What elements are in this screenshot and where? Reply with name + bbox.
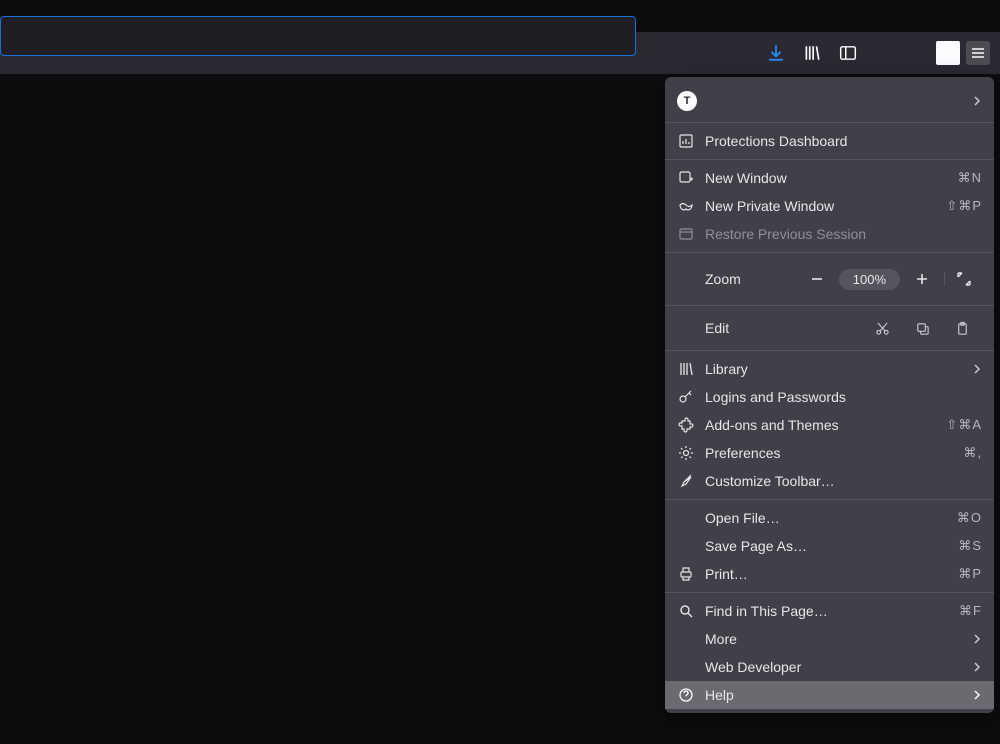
chevron-right-icon: [972, 93, 982, 109]
web-developer-label: Web Developer: [705, 659, 964, 675]
app-menu-button[interactable]: [966, 41, 990, 65]
find-item[interactable]: Find in This Page… ⌘F: [665, 597, 994, 625]
zoom-label: Zoom: [705, 271, 801, 287]
save-page-label: Save Page As…: [705, 538, 950, 554]
preferences-shortcut: ⌘,: [963, 445, 982, 461]
sidebar-toggle-icon[interactable]: [834, 39, 862, 67]
menu-separator: [665, 499, 994, 500]
chevron-right-icon: [972, 659, 982, 675]
addons-label: Add-ons and Themes: [705, 417, 938, 433]
app-menu: T Protections Dashboard New Window ⌘N Ne…: [665, 77, 994, 713]
cut-button[interactable]: [862, 314, 902, 342]
restore-icon: [677, 226, 695, 242]
url-input[interactable]: [0, 16, 636, 56]
library-menu-icon: [677, 361, 695, 377]
edit-row: Edit: [665, 310, 994, 346]
urlbar-container: [0, 32, 638, 74]
key-icon: [677, 389, 695, 405]
copy-button[interactable]: [902, 314, 942, 342]
print-icon: [677, 566, 695, 582]
new-window-item[interactable]: New Window ⌘N: [665, 164, 994, 192]
open-file-shortcut: ⌘O: [957, 510, 982, 526]
save-page-item[interactable]: Save Page As… ⌘S: [665, 532, 994, 560]
chevron-right-icon: [972, 631, 982, 647]
account-row[interactable]: T: [665, 83, 994, 118]
help-label: Help: [705, 687, 964, 703]
edit-label: Edit: [705, 320, 862, 336]
downloads-icon[interactable]: [762, 39, 790, 67]
menu-separator: [665, 122, 994, 123]
open-file-label: Open File…: [705, 510, 949, 526]
new-private-shortcut: ⇧⌘P: [946, 198, 982, 214]
logins-label: Logins and Passwords: [705, 389, 982, 405]
new-window-label: New Window: [705, 170, 950, 186]
chevron-right-icon: [972, 361, 982, 377]
logins-item[interactable]: Logins and Passwords: [665, 383, 994, 411]
addons-shortcut: ⇧⌘A: [946, 417, 982, 433]
avatar-icon: T: [677, 91, 697, 111]
preferences-item[interactable]: Preferences ⌘,: [665, 439, 994, 467]
paintbrush-icon: [677, 473, 695, 489]
zoom-row: Zoom 100%: [665, 257, 994, 301]
find-label: Find in This Page…: [705, 603, 951, 619]
library-icon[interactable]: [798, 39, 826, 67]
menu-separator: [665, 350, 994, 351]
gear-icon: [677, 445, 695, 461]
window-plus-icon: [677, 170, 695, 186]
menu-separator: [665, 305, 994, 306]
customize-item[interactable]: Customize Toolbar…: [665, 467, 994, 495]
paste-button[interactable]: [942, 314, 982, 342]
menu-separator: [665, 592, 994, 593]
menu-separator: [665, 159, 994, 160]
help-icon: [677, 687, 695, 703]
zoom-in-button[interactable]: [906, 265, 938, 293]
browser-toolbar: [0, 32, 1000, 74]
dashboard-icon: [677, 133, 695, 149]
new-window-shortcut: ⌘N: [958, 170, 982, 186]
new-private-window-item[interactable]: New Private Window ⇧⌘P: [665, 192, 994, 220]
print-shortcut: ⌘P: [958, 566, 982, 582]
protections-dashboard-item[interactable]: Protections Dashboard: [665, 127, 994, 155]
chevron-right-icon: [972, 687, 982, 703]
extension-box[interactable]: [936, 41, 960, 65]
mask-icon: [677, 198, 695, 214]
protections-label: Protections Dashboard: [705, 133, 982, 149]
web-developer-item[interactable]: Web Developer: [665, 653, 994, 681]
search-icon: [677, 603, 695, 619]
help-item[interactable]: Help: [665, 681, 994, 709]
restore-session-item: Restore Previous Session: [665, 220, 994, 248]
more-item[interactable]: More: [665, 625, 994, 653]
find-shortcut: ⌘F: [959, 603, 982, 619]
restore-label: Restore Previous Session: [705, 226, 982, 242]
open-file-item[interactable]: Open File… ⌘O: [665, 504, 994, 532]
preferences-label: Preferences: [705, 445, 955, 461]
library-label: Library: [705, 361, 964, 377]
addons-item[interactable]: Add-ons and Themes ⇧⌘A: [665, 411, 994, 439]
library-item[interactable]: Library: [665, 355, 994, 383]
fullscreen-button[interactable]: [944, 272, 982, 286]
new-private-label: New Private Window: [705, 198, 938, 214]
puzzle-icon: [677, 417, 695, 433]
zoom-value[interactable]: 100%: [839, 269, 900, 290]
zoom-out-button[interactable]: [801, 265, 833, 293]
customize-label: Customize Toolbar…: [705, 473, 982, 489]
save-page-shortcut: ⌘S: [958, 538, 982, 554]
print-label: Print…: [705, 566, 950, 582]
more-label: More: [705, 631, 964, 647]
menu-separator: [665, 252, 994, 253]
print-item[interactable]: Print… ⌘P: [665, 560, 994, 588]
